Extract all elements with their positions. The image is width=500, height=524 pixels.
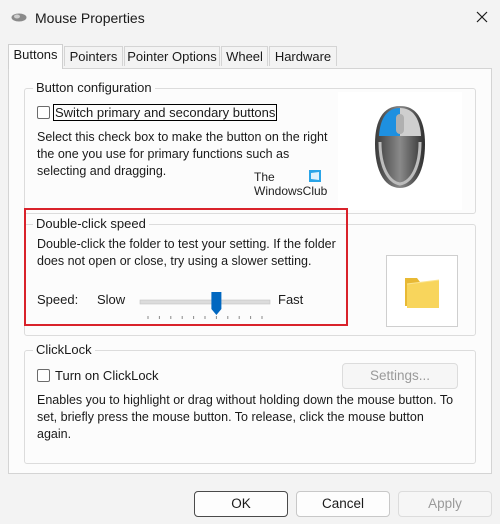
tab-buttons[interactable]: Buttons	[8, 44, 63, 69]
tab-pointer-options[interactable]: Pointer Options	[124, 46, 220, 66]
clicklock-checkbox[interactable]	[37, 369, 50, 382]
clicklock-settings-button[interactable]: Settings...	[342, 363, 458, 389]
clicklock-label[interactable]: Turn on ClickLock	[55, 368, 159, 383]
clicklock-description: Enables you to highlight or drag without…	[37, 393, 454, 441]
tab-wheel[interactable]: Wheel	[221, 46, 268, 66]
cancel-button[interactable]: Cancel	[296, 491, 390, 517]
tab-hardware[interactable]: Hardware	[269, 46, 337, 66]
title-bar: Mouse Properties	[0, 0, 500, 34]
folder-icon	[405, 278, 440, 308]
switch-buttons-label[interactable]: Switch primary and secondary buttons	[53, 104, 278, 121]
close-icon	[476, 11, 488, 23]
ok-button[interactable]: OK	[194, 491, 288, 517]
clicklock-legend: ClickLock	[33, 342, 95, 357]
close-button[interactable]	[470, 6, 494, 28]
mouse-icon	[375, 106, 425, 188]
double-click-highlight-box	[24, 208, 348, 326]
switch-buttons-checkbox[interactable]	[37, 106, 50, 119]
apply-button[interactable]: Apply	[398, 491, 492, 517]
window-title: Mouse Properties	[35, 10, 145, 26]
mouse-app-icon	[11, 13, 27, 22]
watermark-line-2: WindowsClub	[254, 184, 328, 198]
tab-pointers[interactable]: Pointers	[64, 46, 123, 66]
button-configuration-legend: Button configuration	[33, 80, 155, 95]
mouse-preview-image	[338, 92, 462, 210]
windowsclub-logo-icon	[309, 170, 321, 182]
test-folder[interactable]	[386, 255, 458, 327]
mouse-properties-window: Mouse Properties Buttons Pointers Pointe…	[0, 0, 500, 524]
